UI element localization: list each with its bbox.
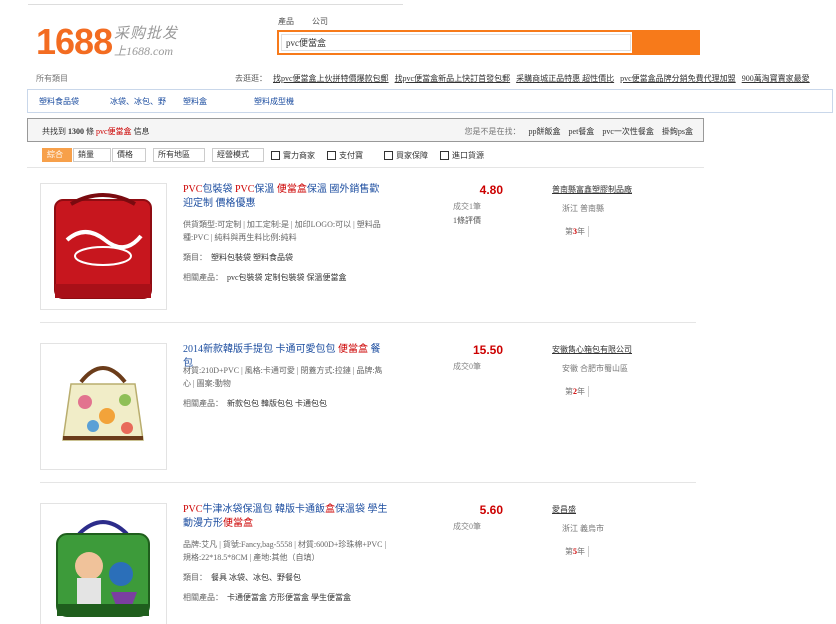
item-divider (40, 322, 696, 323)
result-keyword: pvc便當盒 (96, 127, 132, 136)
category-link[interactable]: 塑料盒 (183, 96, 207, 107)
company-link[interactable]: 普南縣富鑫塑膠制品廠 (552, 184, 632, 195)
company-link[interactable]: 愛昌盛 (552, 504, 576, 515)
suggestion-link[interactable]: 找pvc便當盒上伙拼特價爆款包郵 (273, 74, 389, 83)
tab-companies[interactable]: 公司 (312, 17, 328, 26)
product-attributes: 品牌:艾凡 | 貨號:Fancy,bag-5558 | 材質:600D+珍珠棉+… (183, 540, 387, 562)
membership-years: 第3年 (565, 226, 589, 237)
product-title[interactable]: PVC牛津冰袋保溫包 韓版卡通飯盒保溫袋 學生動漫方形便當盒 (183, 503, 388, 531)
category-link[interactable]: 塑料食品袋 (39, 96, 79, 107)
deal-count: 成交1筆 (453, 202, 481, 211)
filter-alipay[interactable]: 支付寶 (327, 150, 363, 161)
suggestion-label: 去逛逛： (235, 74, 267, 83)
result-item: 2014新款韓版手提包 卡通可愛包包 便當盒 餐包 材質:210D+PVC | … (40, 343, 696, 483)
checkbox-icon[interactable] (327, 151, 336, 160)
suggestion-link[interactable]: 900萬淘寶賣家最愛 (742, 74, 810, 83)
product-price: 15.50 (472, 343, 503, 357)
suggestion-link[interactable]: 采購商城正品特惠 超性價比 (516, 74, 614, 83)
result-item: PVC牛津冰袋保溫包 韓版卡通飯盒保溫袋 學生動漫方形便當盒 品牌:艾凡 | 貨… (40, 503, 696, 624)
category-link[interactable]: 冰袋、冰包、野 (110, 96, 166, 107)
product-image[interactable] (40, 183, 167, 310)
item-divider (40, 482, 696, 483)
search-input[interactable] (281, 34, 631, 51)
deal-count: 成交0筆 (453, 362, 481, 371)
filter-strong-merchant[interactable]: 實力商家 (271, 150, 315, 161)
site-logo[interactable]: 1688 采购批发 上1688.com (36, 22, 186, 64)
checkbox-icon[interactable] (271, 151, 280, 160)
logo-tagline: 采购批发 (114, 26, 179, 42)
region-select[interactable]: 所有地區 (153, 148, 205, 162)
result-count-unit: 條 (86, 127, 94, 136)
product-category: 類目： 塑料包裝袋 塑料食品袋 (183, 253, 293, 262)
category-link[interactable]: 塑料成型機 (254, 96, 294, 107)
product-price: 4.80 (479, 183, 503, 197)
did-you-mean-label: 您是不是在找： (464, 127, 521, 136)
search-tabs: 產品 公司 (278, 16, 344, 27)
result-count-number: 1300 (68, 127, 84, 136)
sort-sales-button[interactable]: 銷量 (73, 148, 111, 162)
product-price: 5.60 (479, 503, 503, 517)
product-image[interactable] (40, 503, 167, 624)
company-location: 浙江 義烏市 (562, 524, 604, 533)
filter-bar: 綜合 銷量 價格 所有地區 經營模式 實力商家 支付寶 買家保障 進口貨源 (27, 144, 704, 168)
result-item: PVC包裝袋 PVC保溫 便當盒保溫 國外銷售歡迎定制 價格優惠 供貨類型:可定… (40, 183, 696, 323)
logo-domain: 上1688.com (114, 44, 173, 58)
suggestion-bar: 去逛逛： 找pvc便當盒上伙拼特價爆款包郵 找pvc便當盒新品上快訂首發包郵 采購商城… (235, 73, 810, 84)
tab-products[interactable]: 產品 (278, 17, 294, 26)
suggestion-link[interactable]: 找pvc便當盒新品上快訂首發包郵 (395, 74, 511, 83)
membership-years: 第5年 (565, 546, 589, 557)
did-you-mean-link[interactable]: 掛鉤ps盒 (662, 127, 693, 136)
business-mode-select[interactable]: 經營模式 (212, 148, 264, 162)
category-bar: 塑料食品袋 冰袋、冰包、野 塑料盒 塑料成型機 (27, 89, 833, 113)
membership-years: 第2年 (565, 386, 589, 397)
floral-lunch-bag-image (62, 366, 144, 441)
top-divider (28, 4, 403, 5)
checkbox-icon[interactable] (384, 151, 393, 160)
logo-number: 1688 (36, 21, 113, 62)
cartoon-lunch-bag-image (56, 520, 150, 617)
product-title[interactable]: PVC包裝袋 PVC保溫 便當盒保溫 國外銷售歡迎定制 價格優惠 (183, 183, 388, 211)
filter-import-source[interactable]: 進口貨源 (440, 150, 484, 161)
result-count: 共找到 1300 條 pvc便當盒 信息 (42, 126, 150, 137)
product-attributes: 材質:210D+PVC | 風格:卡通可愛 | 閉蓋方式:拉鏈 | 品牌:雋心 … (183, 366, 383, 388)
did-you-mean: 您是不是在找： pp餅飯盒 pet餐盒 pvc一次性餐盒 掛鉤ps盒 (465, 126, 693, 137)
product-image[interactable] (40, 343, 167, 470)
product-category: 類目： 餐具 冰袋、冰包、野餐包 (183, 573, 301, 582)
did-you-mean-link[interactable]: pvc一次性餐盒 (602, 127, 654, 136)
deal-count: 成交0筆 (453, 522, 481, 531)
suggestion-link[interactable]: pvc便當盒品牌分銷免費代理加盟 (620, 74, 736, 83)
company-location: 浙江 普南縣 (562, 204, 604, 213)
related-products: 相關產品： 卡通便當盒 方形便當盒 學生便當盒 (183, 593, 351, 602)
results-summary-bar: 共找到 1300 條 pvc便當盒 信息 您是不是在找： pp餅飯盒 pet餐盒 pv… (27, 118, 704, 142)
did-you-mean-link[interactable]: pet餐盒 (569, 127, 595, 136)
review-count[interactable]: 1條評價 (453, 215, 481, 226)
product-attributes: 供貨類型:可定制 | 加工定制:是 | 加印LOGO:可以 | 塑料品種:PVC… (183, 220, 381, 242)
did-you-mean-link[interactable]: pp餅飯盒 (529, 127, 561, 136)
all-categories-link[interactable]: 所有類目 (36, 73, 68, 84)
checkbox-icon[interactable] (440, 151, 449, 160)
company-location: 安徽 合肥市蜀山區 (562, 364, 628, 373)
related-products: 相關產品： pvc包裝袋 定制包裝袋 保溫便當盒 (183, 273, 347, 282)
filter-buyer-protection[interactable]: 買家保障 (384, 150, 428, 161)
sort-price-button[interactable]: 價格 (112, 148, 146, 162)
related-products: 相關產品： 新款包包 韓版包包 卡通包包 (183, 399, 327, 408)
search-button[interactable] (632, 32, 698, 53)
sort-default-button[interactable]: 綜合 (42, 148, 72, 162)
search-box (277, 30, 700, 55)
result-count-suffix: 信息 (133, 127, 150, 136)
result-count-prefix: 共找到 (42, 127, 66, 136)
red-cooler-bag-image (54, 193, 152, 299)
company-link[interactable]: 安徽雋心箱包有限公司 (552, 344, 632, 355)
